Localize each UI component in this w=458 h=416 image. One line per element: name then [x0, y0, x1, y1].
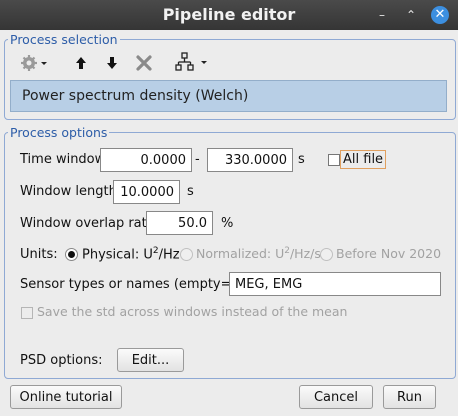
title-bar: Pipeline editor – ⌃ ✕ [0, 0, 458, 30]
window-length-unit: s [187, 184, 194, 199]
minimize-icon[interactable]: – [373, 6, 391, 24]
save-std-checkbox[interactable] [21, 307, 33, 319]
time-window-label: Time window: [20, 152, 109, 167]
cancel-button[interactable]: Cancel [299, 385, 373, 409]
sensor-types-label: Sensor types or names (empty=all): [20, 277, 257, 292]
units-normalized-radio[interactable] [180, 248, 193, 261]
time-window-end-input[interactable] [207, 148, 293, 172]
time-window-start-input[interactable] [100, 148, 192, 172]
window-length-label: Window length: [20, 184, 122, 199]
gear-icon [21, 55, 47, 71]
all-file-label[interactable]: All file [340, 150, 387, 169]
process-options-legend: Process options [10, 125, 108, 140]
window-overlap-label: Window overlap ratio: [20, 216, 163, 231]
tree-icon [175, 52, 207, 71]
delete-button[interactable] [134, 53, 154, 73]
arrow-up-icon [76, 57, 86, 69]
delete-x-icon [136, 55, 152, 71]
window-overlap-unit: % [221, 216, 234, 231]
save-std-label: Save the std across windows instead of t… [37, 304, 348, 319]
all-file-checkbox[interactable] [328, 154, 340, 166]
time-window-unit: s [298, 152, 305, 167]
process-selection-legend: Process selection [10, 32, 118, 47]
units-physical-label[interactable]: Physical: U2/Hz [82, 246, 180, 262]
units-before-nov-radio[interactable] [320, 248, 333, 261]
units-label: Units: [20, 247, 58, 262]
sensor-types-input[interactable] [229, 272, 441, 296]
process-list[interactable]: Power spectrum density (Welch) [10, 80, 447, 112]
online-tutorial-button[interactable]: Online tutorial [10, 385, 122, 409]
window-overlap-input[interactable] [146, 211, 213, 235]
restore-icon[interactable]: ⌃ [402, 6, 420, 24]
move-up-button[interactable] [72, 53, 90, 73]
units-before-nov-label[interactable]: Before Nov 2020 [336, 246, 441, 261]
units-normalized-label[interactable]: Normalized: U2/Hz/s [196, 246, 321, 261]
time-window-separator: - [195, 152, 200, 167]
move-down-button[interactable] [103, 53, 121, 73]
units-physical-radio[interactable] [65, 248, 78, 261]
psd-edit-button[interactable]: Edit... [117, 348, 184, 372]
pipeline-tree-button[interactable] [173, 52, 209, 72]
run-button[interactable]: Run [383, 385, 436, 409]
window-length-input[interactable] [113, 180, 180, 204]
selected-process-item[interactable]: Power spectrum density (Welch) [22, 88, 248, 104]
close-icon[interactable]: ✕ [431, 6, 449, 24]
gear-menu-button[interactable] [18, 53, 50, 73]
psd-options-label: PSD options: [20, 353, 103, 368]
arrow-down-icon [107, 57, 117, 69]
